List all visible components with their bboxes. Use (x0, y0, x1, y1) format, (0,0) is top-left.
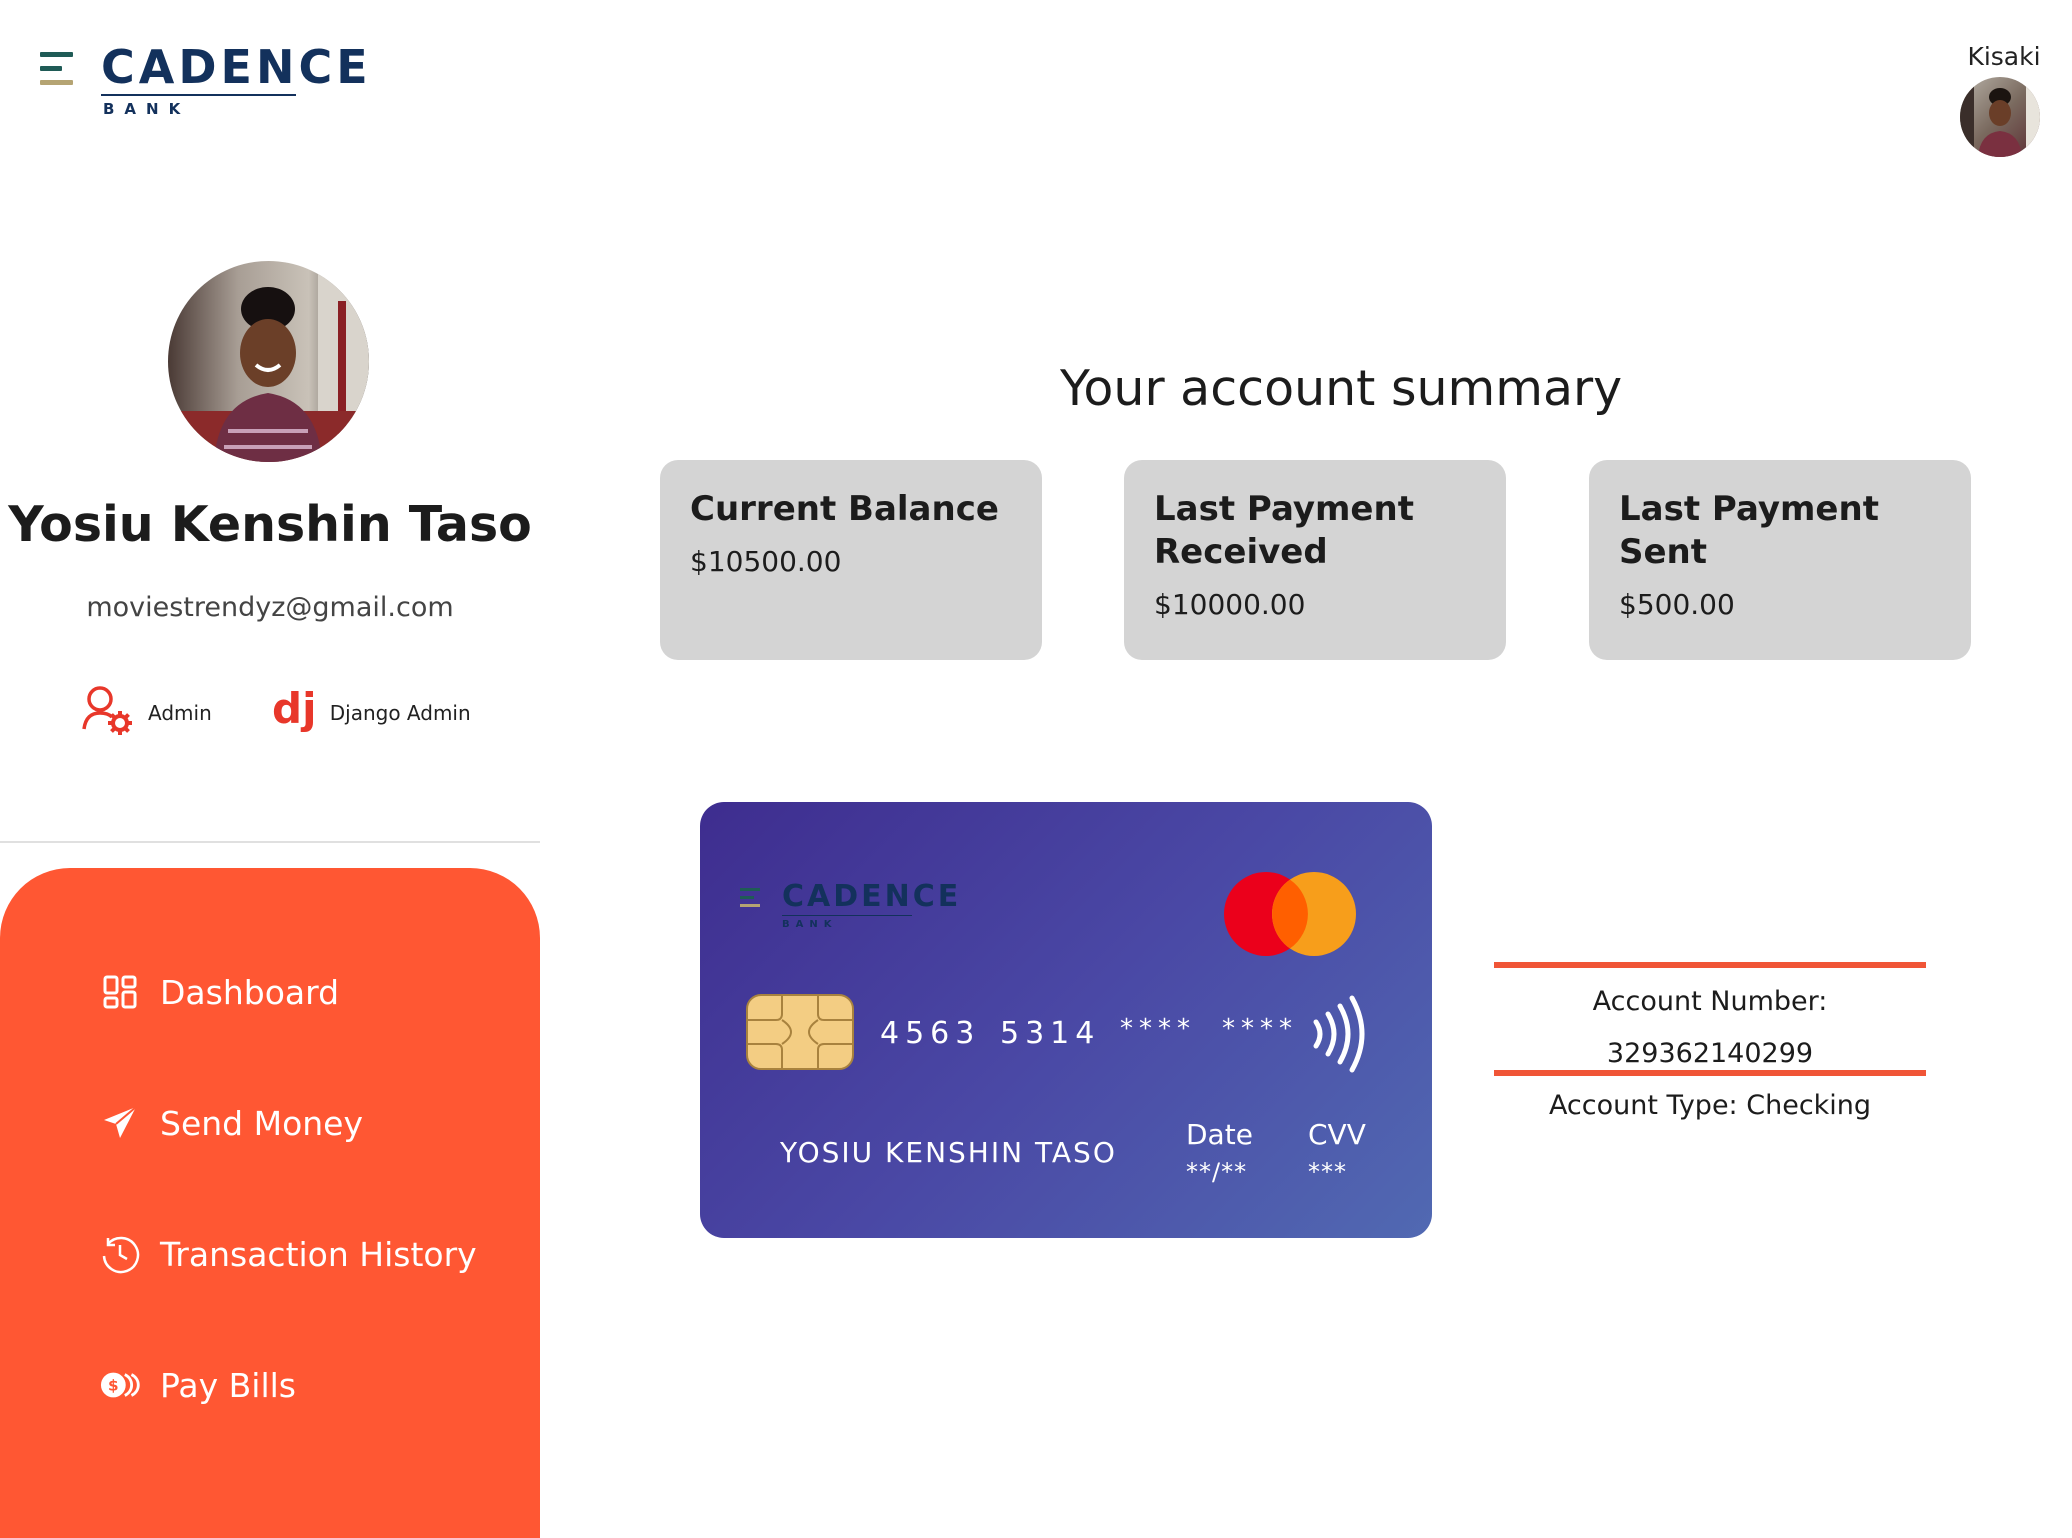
profile-name: Yosiu Kenshin Taso (8, 496, 532, 553)
profile-email: moviestrendyz@gmail.com (86, 592, 454, 623)
user-gear-icon (80, 683, 136, 743)
profile-avatar (168, 261, 369, 462)
admin-link[interactable]: Admin (80, 683, 212, 743)
paper-plane-icon (100, 1103, 140, 1143)
dashboard-grid-icon (100, 972, 140, 1012)
credit-card: CADENCE BANK 4563 5314 **** **** YOSIU K… (700, 802, 1432, 1238)
card-date-label: Date (1186, 1118, 1253, 1151)
contactless-icon (1313, 995, 1365, 1073)
card-value: $500.00 (1619, 588, 1735, 621)
card-brand-logo: CADENCE BANK (740, 882, 961, 930)
django-admin-link-label: Django Admin (329, 701, 471, 725)
card-title: Current Balance (690, 489, 999, 529)
coins-icon: $ (100, 1365, 140, 1405)
svg-text:dj: dj (272, 685, 316, 733)
nav-item-label: Dashboard (160, 972, 340, 1012)
brand-bars-icon (740, 888, 760, 907)
account-number-value: 329362140299 (1606, 1038, 1814, 1069)
card-number-group: 4563 (880, 1016, 981, 1051)
nav-item-transaction-history[interactable]: Transaction History (100, 1234, 477, 1274)
nav-item-label: Pay Bills (160, 1365, 296, 1405)
top-user-menu[interactable]: Kisaki (1948, 42, 2048, 157)
card-brand-subtitle: BANK (782, 919, 838, 930)
account-number-row: Account Number: 329362140299 (1494, 976, 1926, 1080)
clock-history-icon (100, 1234, 140, 1274)
svg-text:$: $ (108, 1377, 119, 1395)
admin-links: Admin dj Django Admin (80, 683, 529, 743)
last-payment-received-card: Last Payment Received $10000.00 (1124, 460, 1506, 660)
sidebar: Yosiu Kenshin Taso moviestrendyz@gmail.c… (0, 0, 540, 1538)
sidebar-divider (0, 841, 540, 843)
django-icon: dj (270, 684, 318, 741)
account-info: Account Number: 329362140299 Account Typ… (1494, 962, 1926, 1121)
card-value: $10500.00 (690, 545, 842, 578)
account-type-row: Account Type: Checking (1494, 1080, 1926, 1132)
top-user-avatar[interactable] (1960, 77, 2040, 157)
card-holder-name: YOSIU KENSHIN TASO (780, 1136, 1117, 1169)
nav-item-dashboard[interactable]: Dashboard (100, 972, 339, 1012)
card-chip-icon (746, 994, 854, 1070)
sidebar-nav: Dashboard Send Money Transaction History (0, 868, 540, 1538)
admin-link-label: Admin (148, 701, 212, 725)
current-balance-card: Current Balance $10500.00 (660, 460, 1042, 660)
summary-title: Your account summary (1060, 360, 1623, 417)
card-number-group: **** (1120, 1014, 1196, 1044)
nav-item-pay-bills[interactable]: $ Pay Bills (100, 1365, 296, 1405)
account-type-label: Account Type: (1548, 1090, 1738, 1121)
nav-item-label: Send Money (160, 1103, 364, 1143)
card-cvv-label: CVV (1308, 1118, 1366, 1151)
card-brand-name: CADENCE (782, 879, 962, 914)
card-title: Last Payment Sent (1619, 489, 1879, 572)
django-admin-link[interactable]: dj Django Admin (270, 684, 471, 741)
card-cvv-value: *** (1308, 1158, 1347, 1186)
last-payment-sent-card: Last Payment Sent $500.00 (1589, 460, 1971, 660)
account-number-label: Account Number: (1592, 986, 1828, 1017)
card-number-group: 5314 (1000, 1016, 1101, 1051)
card-title: Last Payment Received (1154, 489, 1414, 572)
top-user-name: Kisaki (1967, 42, 2041, 71)
card-number-group: **** (1222, 1014, 1298, 1044)
account-type-value: Checking (1746, 1090, 1872, 1121)
card-date-value: **/** (1186, 1158, 1248, 1186)
mastercard-icon (1224, 872, 1356, 956)
nav-item-label: Transaction History (160, 1234, 477, 1274)
card-value: $10000.00 (1154, 588, 1306, 621)
nav-item-send-money[interactable]: Send Money (100, 1103, 363, 1143)
